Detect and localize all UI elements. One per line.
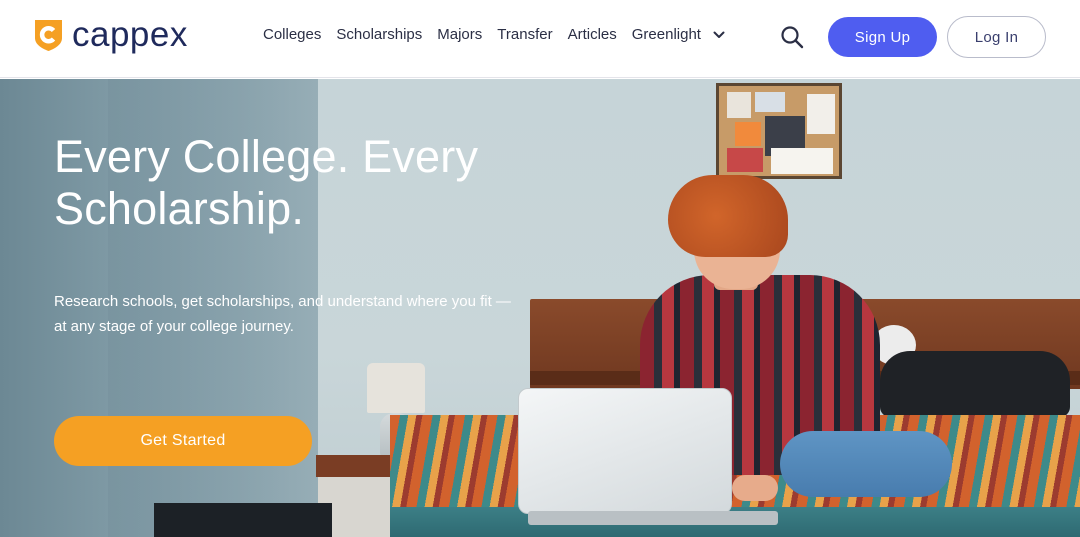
hero-subtitle: Research schools, get scholarships, and … — [54, 293, 511, 335]
main-nav: Colleges Scholarships Majors Transfer Ar… — [263, 25, 725, 45]
log-in-button[interactable]: Log In — [947, 16, 1046, 58]
nav-item-greenlight[interactable]: Greenlight — [632, 25, 725, 45]
hero-photo-corkboard — [716, 83, 842, 179]
hero-photo-hand — [732, 475, 778, 501]
shield-c-icon — [35, 20, 62, 51]
get-started-button[interactable]: Get Started — [54, 416, 312, 466]
nav-item-colleges[interactable]: Colleges — [263, 25, 321, 45]
hero-photo-laptop-base — [528, 511, 778, 525]
hero-photo-pillow — [880, 351, 1070, 417]
hero-photo-dark-object — [154, 503, 332, 537]
hero-photo-lamp-shade — [367, 363, 425, 413]
hero-photo-person-hair — [668, 175, 788, 257]
chevron-down-icon — [713, 31, 725, 39]
hero-section: Every College. Every Scholarship. Resear… — [0, 79, 1080, 537]
nav-item-articles[interactable]: Articles — [568, 25, 617, 45]
brand-name: cappex — [72, 15, 188, 54]
brand-logo[interactable]: cappex — [33, 17, 188, 53]
nav-item-transfer[interactable]: Transfer — [497, 25, 552, 45]
search-icon[interactable] — [779, 24, 805, 50]
nav-item-greenlight-label: Greenlight — [631, 26, 701, 43]
hero-photo-laptop — [518, 388, 732, 514]
nav-item-majors[interactable]: Majors — [437, 25, 482, 45]
hero-title: Every College. Every Scholarship. — [54, 131, 479, 234]
sign-up-button[interactable]: Sign Up — [828, 17, 937, 57]
site-header: cappex Colleges Scholarships Majors Tran… — [0, 0, 1080, 78]
hero-photo-person-jeans — [780, 431, 952, 497]
nav-item-scholarships[interactable]: Scholarships — [336, 25, 422, 45]
